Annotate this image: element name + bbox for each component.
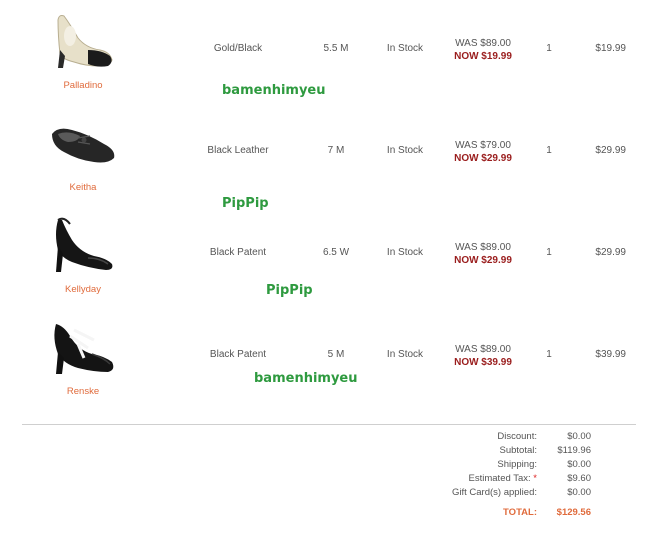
item-stock-status: In Stock bbox=[386, 145, 424, 156]
item-quantity: 1 bbox=[546, 247, 552, 258]
cart-item-row: Renske Black Patent 5 M In Stock WAS $89… bbox=[0, 306, 668, 406]
cart-item-row: Palladino Gold/Black 5.5 M In Stock WAS … bbox=[0, 0, 668, 100]
item-stock-status: In Stock bbox=[386, 43, 424, 54]
subtotal-label: Subtotal: bbox=[499, 445, 538, 456]
item-total: $19.99 bbox=[595, 43, 626, 54]
now-price: NOW $29.99 bbox=[454, 153, 512, 164]
product-name-link[interactable]: Palladino bbox=[40, 80, 126, 91]
total-label: TOTAL: bbox=[503, 507, 537, 518]
now-price: NOW $29.99 bbox=[454, 255, 512, 266]
strappy-sandal-icon[interactable] bbox=[48, 314, 118, 380]
item-color: Gold/Black bbox=[213, 43, 263, 54]
shipping-value: $0.00 bbox=[567, 459, 591, 470]
item-quantity: 1 bbox=[546, 145, 552, 156]
now-price: NOW $19.99 bbox=[454, 51, 512, 62]
summary-divider bbox=[22, 424, 636, 425]
was-price: WAS $89.00 bbox=[455, 344, 511, 355]
product-name-link[interactable]: Renske bbox=[40, 386, 126, 397]
item-total: $29.99 bbox=[595, 247, 626, 258]
cart-item-row: Keitha Black Leather 7 M In Stock WAS $7… bbox=[0, 102, 668, 202]
product-name-link[interactable]: Kellyday bbox=[40, 284, 126, 295]
item-price: WAS $89.00 NOW $29.99 bbox=[440, 241, 526, 267]
was-price: WAS $89.00 bbox=[455, 38, 511, 49]
item-price: WAS $89.00 NOW $39.99 bbox=[440, 343, 526, 369]
watermark-text: bamenhimyeu bbox=[222, 83, 326, 98]
slingback-shoe-icon[interactable] bbox=[48, 210, 118, 276]
was-price: WAS $79.00 bbox=[455, 140, 511, 151]
item-quantity: 1 bbox=[546, 43, 552, 54]
discount-label: Discount: bbox=[497, 431, 537, 442]
gift-card-label: Gift Card(s) applied: bbox=[451, 487, 537, 498]
now-price: NOW $39.99 bbox=[454, 357, 512, 368]
item-size: 6.5 W bbox=[322, 247, 350, 258]
item-total: $29.99 bbox=[595, 145, 626, 156]
tax-label: Estimated Tax: * bbox=[400, 473, 537, 484]
cart-item-row: Kellyday Black Patent 6.5 W In Stock WAS… bbox=[0, 204, 668, 304]
item-stock-status: In Stock bbox=[386, 247, 424, 258]
gift-card-value: $0.00 bbox=[567, 487, 591, 498]
total-value: $129.56 bbox=[556, 507, 591, 518]
item-color: Black Patent bbox=[209, 247, 267, 258]
watermark-text: bamenhimyeu bbox=[254, 371, 358, 386]
item-quantity: 1 bbox=[546, 349, 552, 360]
tax-label-text: Estimated Tax: bbox=[468, 473, 531, 484]
discount-value: $0.00 bbox=[567, 431, 591, 442]
was-price: WAS $89.00 bbox=[455, 242, 511, 253]
tax-value: $9.60 bbox=[567, 473, 591, 484]
product-name-link[interactable]: Keitha bbox=[40, 182, 126, 193]
shipping-label: Shipping: bbox=[497, 459, 537, 470]
item-price: WAS $79.00 NOW $29.99 bbox=[440, 139, 526, 165]
item-total: $39.99 bbox=[595, 349, 626, 360]
tax-asterisk: * bbox=[533, 473, 537, 484]
item-size: 7 M bbox=[327, 145, 345, 156]
watermark-text: PipPip bbox=[266, 283, 313, 298]
flat-shoe-icon[interactable] bbox=[48, 112, 118, 178]
item-price: WAS $89.00 NOW $19.99 bbox=[440, 37, 526, 63]
pump-shoe-icon[interactable] bbox=[48, 6, 118, 72]
item-color: Black Leather bbox=[207, 145, 269, 156]
item-stock-status: In Stock bbox=[386, 349, 424, 360]
item-size: 5 M bbox=[327, 349, 345, 360]
item-size: 5.5 M bbox=[323, 43, 349, 54]
subtotal-value: $119.96 bbox=[557, 445, 591, 456]
item-color: Black Patent bbox=[209, 349, 267, 360]
